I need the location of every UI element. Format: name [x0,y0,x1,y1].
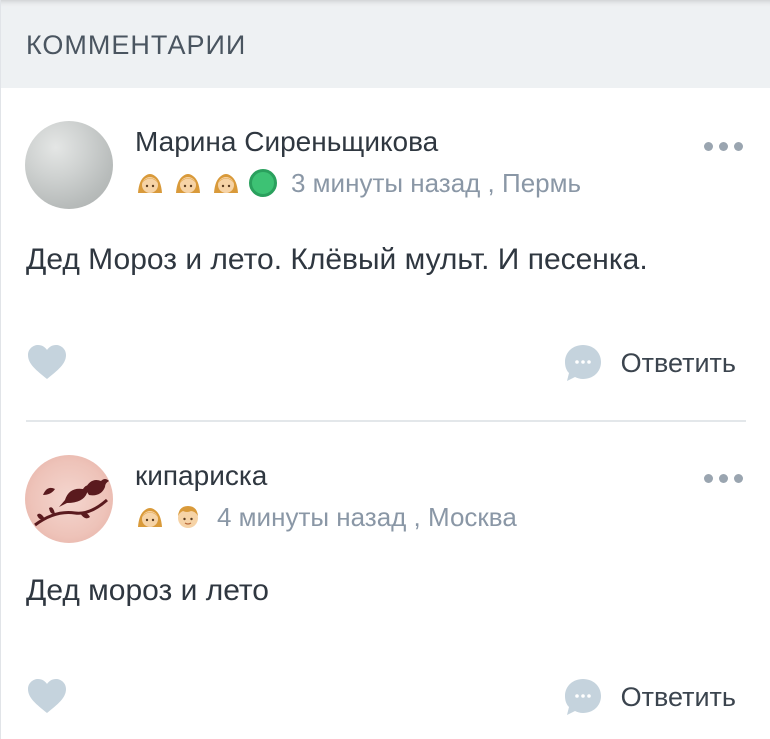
girl-icon [138,174,162,193]
girl-icon [214,174,238,193]
comment-item: кипариска 4 минуты назад , Москва Дед мо… [1,422,770,739]
comments-panel: КОММЕНТАРИИ Марина Сиреньщикова 3 минуты… [0,0,770,739]
birds-on-branch-icon [34,479,109,527]
heart-icon[interactable] [26,343,68,381]
girl-icon [176,174,200,193]
boy-icon [178,506,198,528]
avatar[interactable] [25,121,113,209]
comment-bubble-icon [564,345,601,381]
comment-item: Марина Сиреньщикова 3 минуты назад , Пер… [1,88,770,420]
more-options-button[interactable] [704,142,743,151]
avatar[interactable] [25,455,113,543]
comment-text: Дед Мороз и лето. Клёвый мульт. И песенк… [26,243,648,276]
comment-time-location: 4 минуты назад , Москва [217,501,517,532]
comments-header: КОММЕНТАРИИ [1,0,770,88]
author-name[interactable]: кипариска [135,460,267,492]
comment-meta: 4 минуты назад , Москва [135,500,517,534]
reply-button[interactable]: Ответить [563,677,736,717]
reply-label: Ответить [620,681,736,712]
heart-icon[interactable] [26,677,68,715]
comment-text: Дед мороз и лето [26,574,269,607]
author-name[interactable]: Марина Сиреньщикова [135,126,438,158]
comment-bubble-icon [564,679,601,715]
comment-time-location: 3 минуты назад , Пермь [291,167,582,198]
comments-title: КОММЕНТАРИИ [26,30,247,60]
online-status-icon [249,169,277,197]
girl-icon [138,508,162,527]
more-options-button[interactable] [704,474,743,483]
reply-button[interactable]: Ответить [563,343,736,383]
comment-meta: 3 минуты назад , Пермь [135,166,581,200]
reply-label: Ответить [620,347,736,378]
